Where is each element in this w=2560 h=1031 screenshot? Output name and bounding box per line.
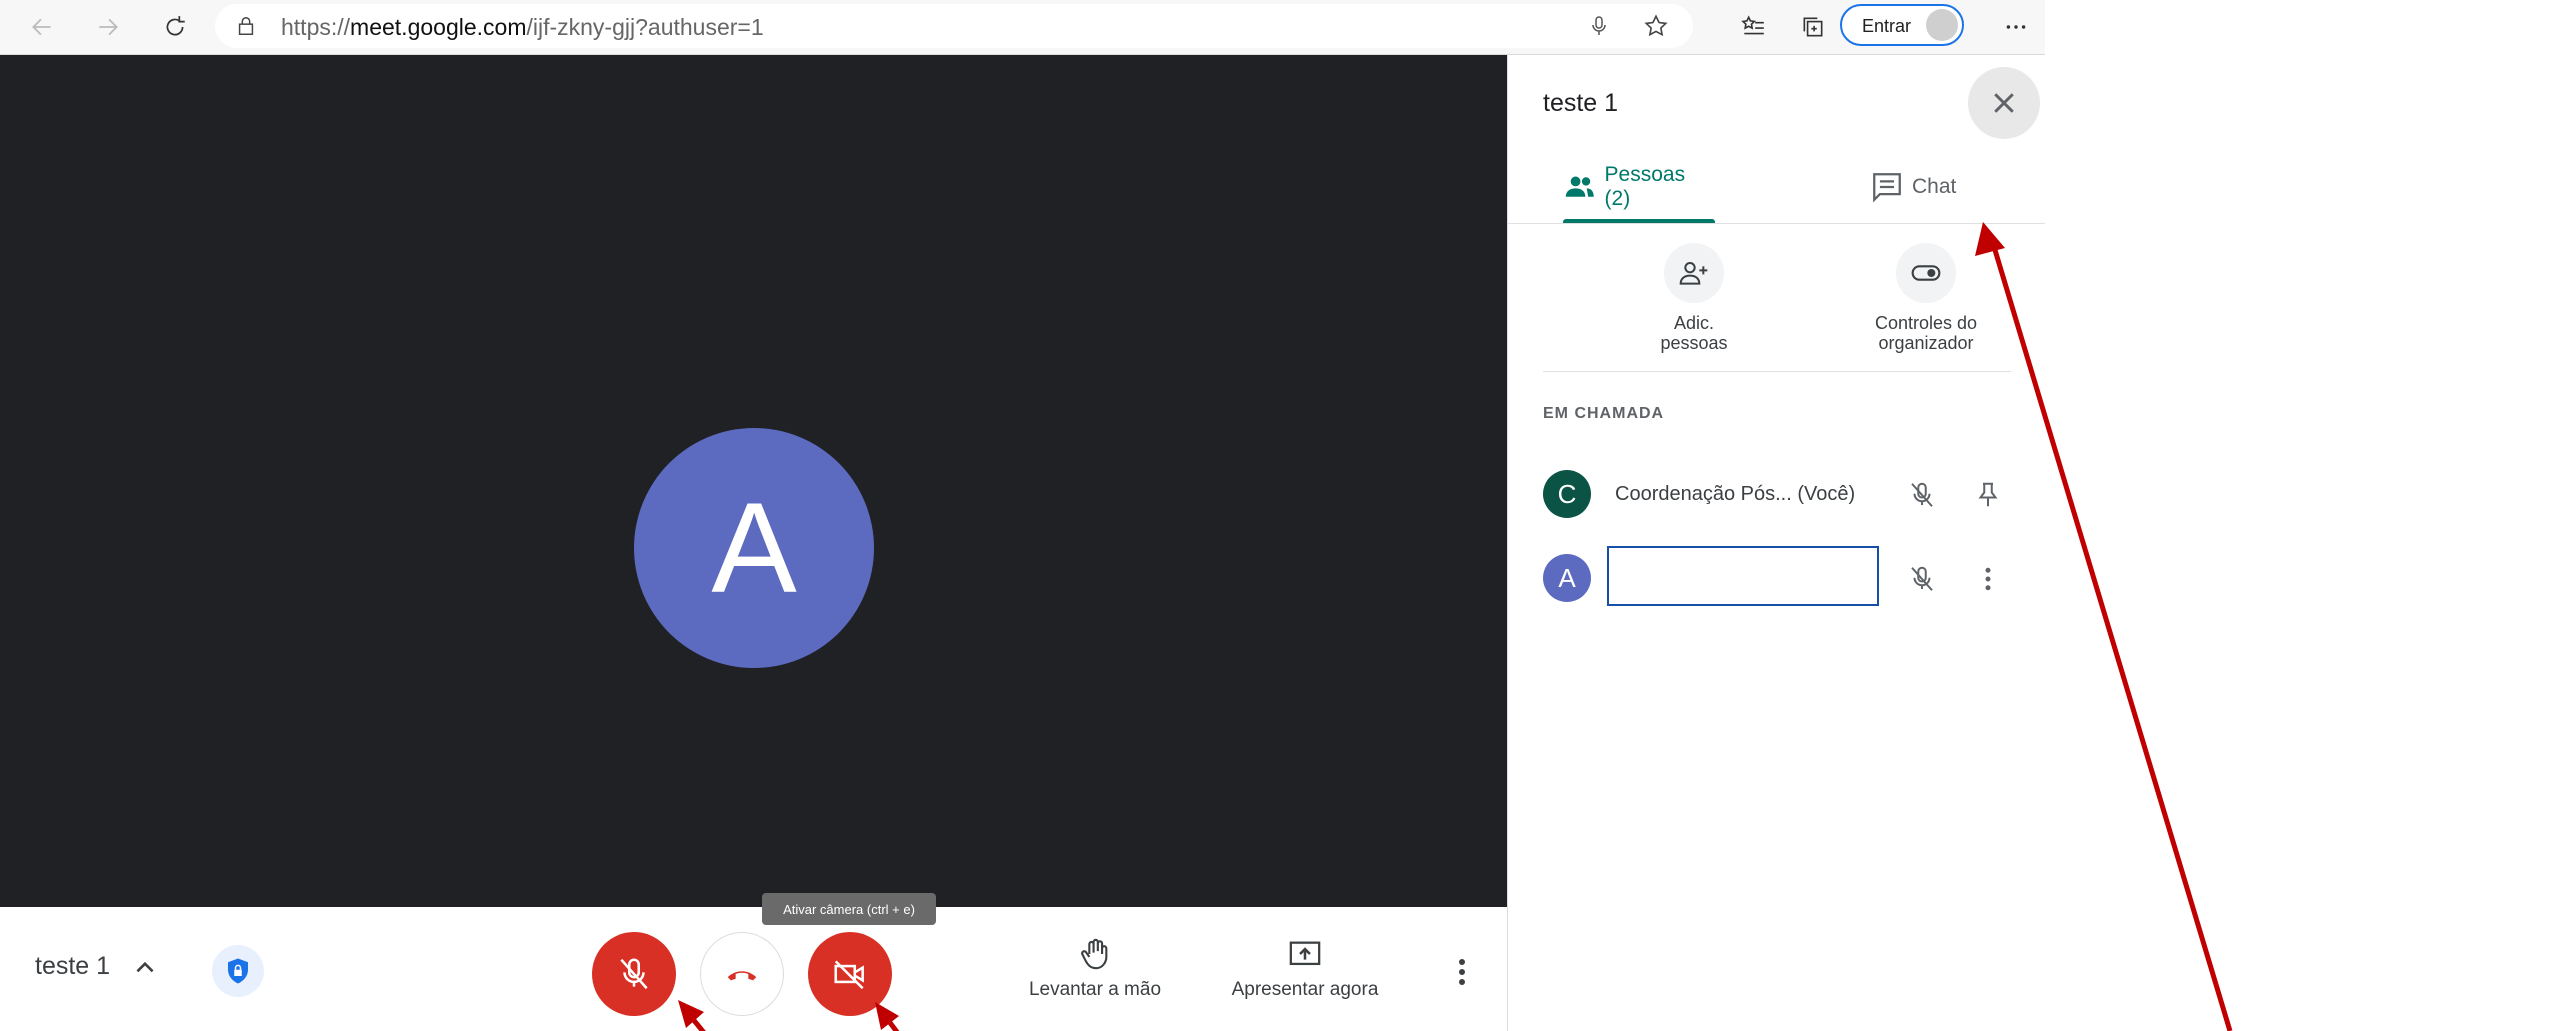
back-icon[interactable] xyxy=(22,7,62,47)
collections-icon[interactable] xyxy=(1793,7,1833,47)
microphone-off-icon xyxy=(620,958,648,990)
refresh-icon[interactable] xyxy=(155,7,195,47)
tab-chat[interactable]: Chat xyxy=(1870,151,1956,223)
url-text: https://meet.google.com/ijf-zkny-gjj?aut… xyxy=(281,14,764,40)
add-people-button[interactable]: Adic. pessoas xyxy=(1599,243,1789,353)
more-options-icon[interactable] xyxy=(1452,957,1472,987)
present-now-button[interactable]: Apresentar agora xyxy=(1220,937,1390,1001)
camera-off-icon xyxy=(834,960,864,990)
host-controls-button[interactable]: Controles do organizador xyxy=(1831,243,2021,353)
divider xyxy=(1543,371,2011,372)
microphone-icon[interactable] xyxy=(1587,14,1611,38)
video-stage: A xyxy=(0,55,1507,907)
raise-hand-button[interactable]: Levantar a mão xyxy=(1010,937,1180,1001)
address-bar[interactable]: https://meet.google.com/ijf-zkny-gjj?aut… xyxy=(215,4,1693,48)
lock-icon xyxy=(238,17,254,35)
section-heading: EM CHAMADA xyxy=(1543,405,1665,422)
pin-icon[interactable] xyxy=(1973,480,2003,510)
hand-icon xyxy=(1081,938,1108,970)
chat-icon xyxy=(1873,173,1901,203)
people-icon xyxy=(1565,176,1594,197)
participant-avatar: A xyxy=(634,428,874,668)
add-person-icon xyxy=(1679,262,1708,285)
active-tab-indicator xyxy=(1563,219,1715,223)
browser-window: https://meet.google.com/ijf-zkny-gjj?aut… xyxy=(0,0,2045,1031)
more-options-icon[interactable] xyxy=(1973,564,2003,594)
hang-up-icon xyxy=(727,971,757,981)
present-screen-icon xyxy=(1289,941,1321,966)
participant-row: A xyxy=(1543,546,2023,606)
participant-row: C Coordenação Pós... (Você) xyxy=(1543,466,2023,522)
meeting-controls-bar: teste 1 Ativar câmera (ctrl + e) Levanta… xyxy=(0,893,1507,1031)
close-icon xyxy=(1994,93,2014,113)
favorite-star-icon[interactable] xyxy=(1643,13,1669,39)
favorites-list-icon[interactable] xyxy=(1733,7,1773,47)
panel-title: teste 1 xyxy=(1543,89,1619,117)
microphone-toggle-button[interactable] xyxy=(592,932,676,1016)
side-panel: teste 1 Pessoas (2) Chat Adic. pessoas C… xyxy=(1507,55,2045,1031)
participant-name-highlight[interactable] xyxy=(1607,546,1879,606)
panel-tabs: Pessoas (2) Chat xyxy=(1508,151,2045,224)
microphone-off-icon xyxy=(1911,566,1933,591)
profile-avatar-icon xyxy=(1926,9,1958,41)
close-panel-button[interactable] xyxy=(1968,67,2040,139)
participant-name: Coordenação Pós... (Você) xyxy=(1615,483,1856,505)
shield-lock-icon xyxy=(228,958,248,984)
avatar: A xyxy=(1543,554,1591,602)
tab-people[interactable]: Pessoas (2) xyxy=(1563,151,1715,223)
sign-in-button[interactable]: Entrar xyxy=(1840,4,1964,46)
browser-toolbar: https://meet.google.com/ijf-zkny-gjj?aut… xyxy=(0,0,2045,55)
meeting-safety-button[interactable] xyxy=(212,945,264,997)
more-options-icon[interactable] xyxy=(1996,7,2036,47)
microphone-off-icon xyxy=(1911,482,1933,507)
forward-icon[interactable] xyxy=(88,7,128,47)
chevron-up-icon[interactable] xyxy=(132,954,158,980)
toggle-icon xyxy=(1911,265,1941,281)
avatar: C xyxy=(1543,470,1591,518)
leave-call-button[interactable] xyxy=(700,932,784,1016)
meeting-title: teste 1 xyxy=(35,952,111,980)
tooltip: Ativar câmera (ctrl + e) xyxy=(762,893,936,925)
camera-toggle-button[interactable] xyxy=(808,932,892,1016)
